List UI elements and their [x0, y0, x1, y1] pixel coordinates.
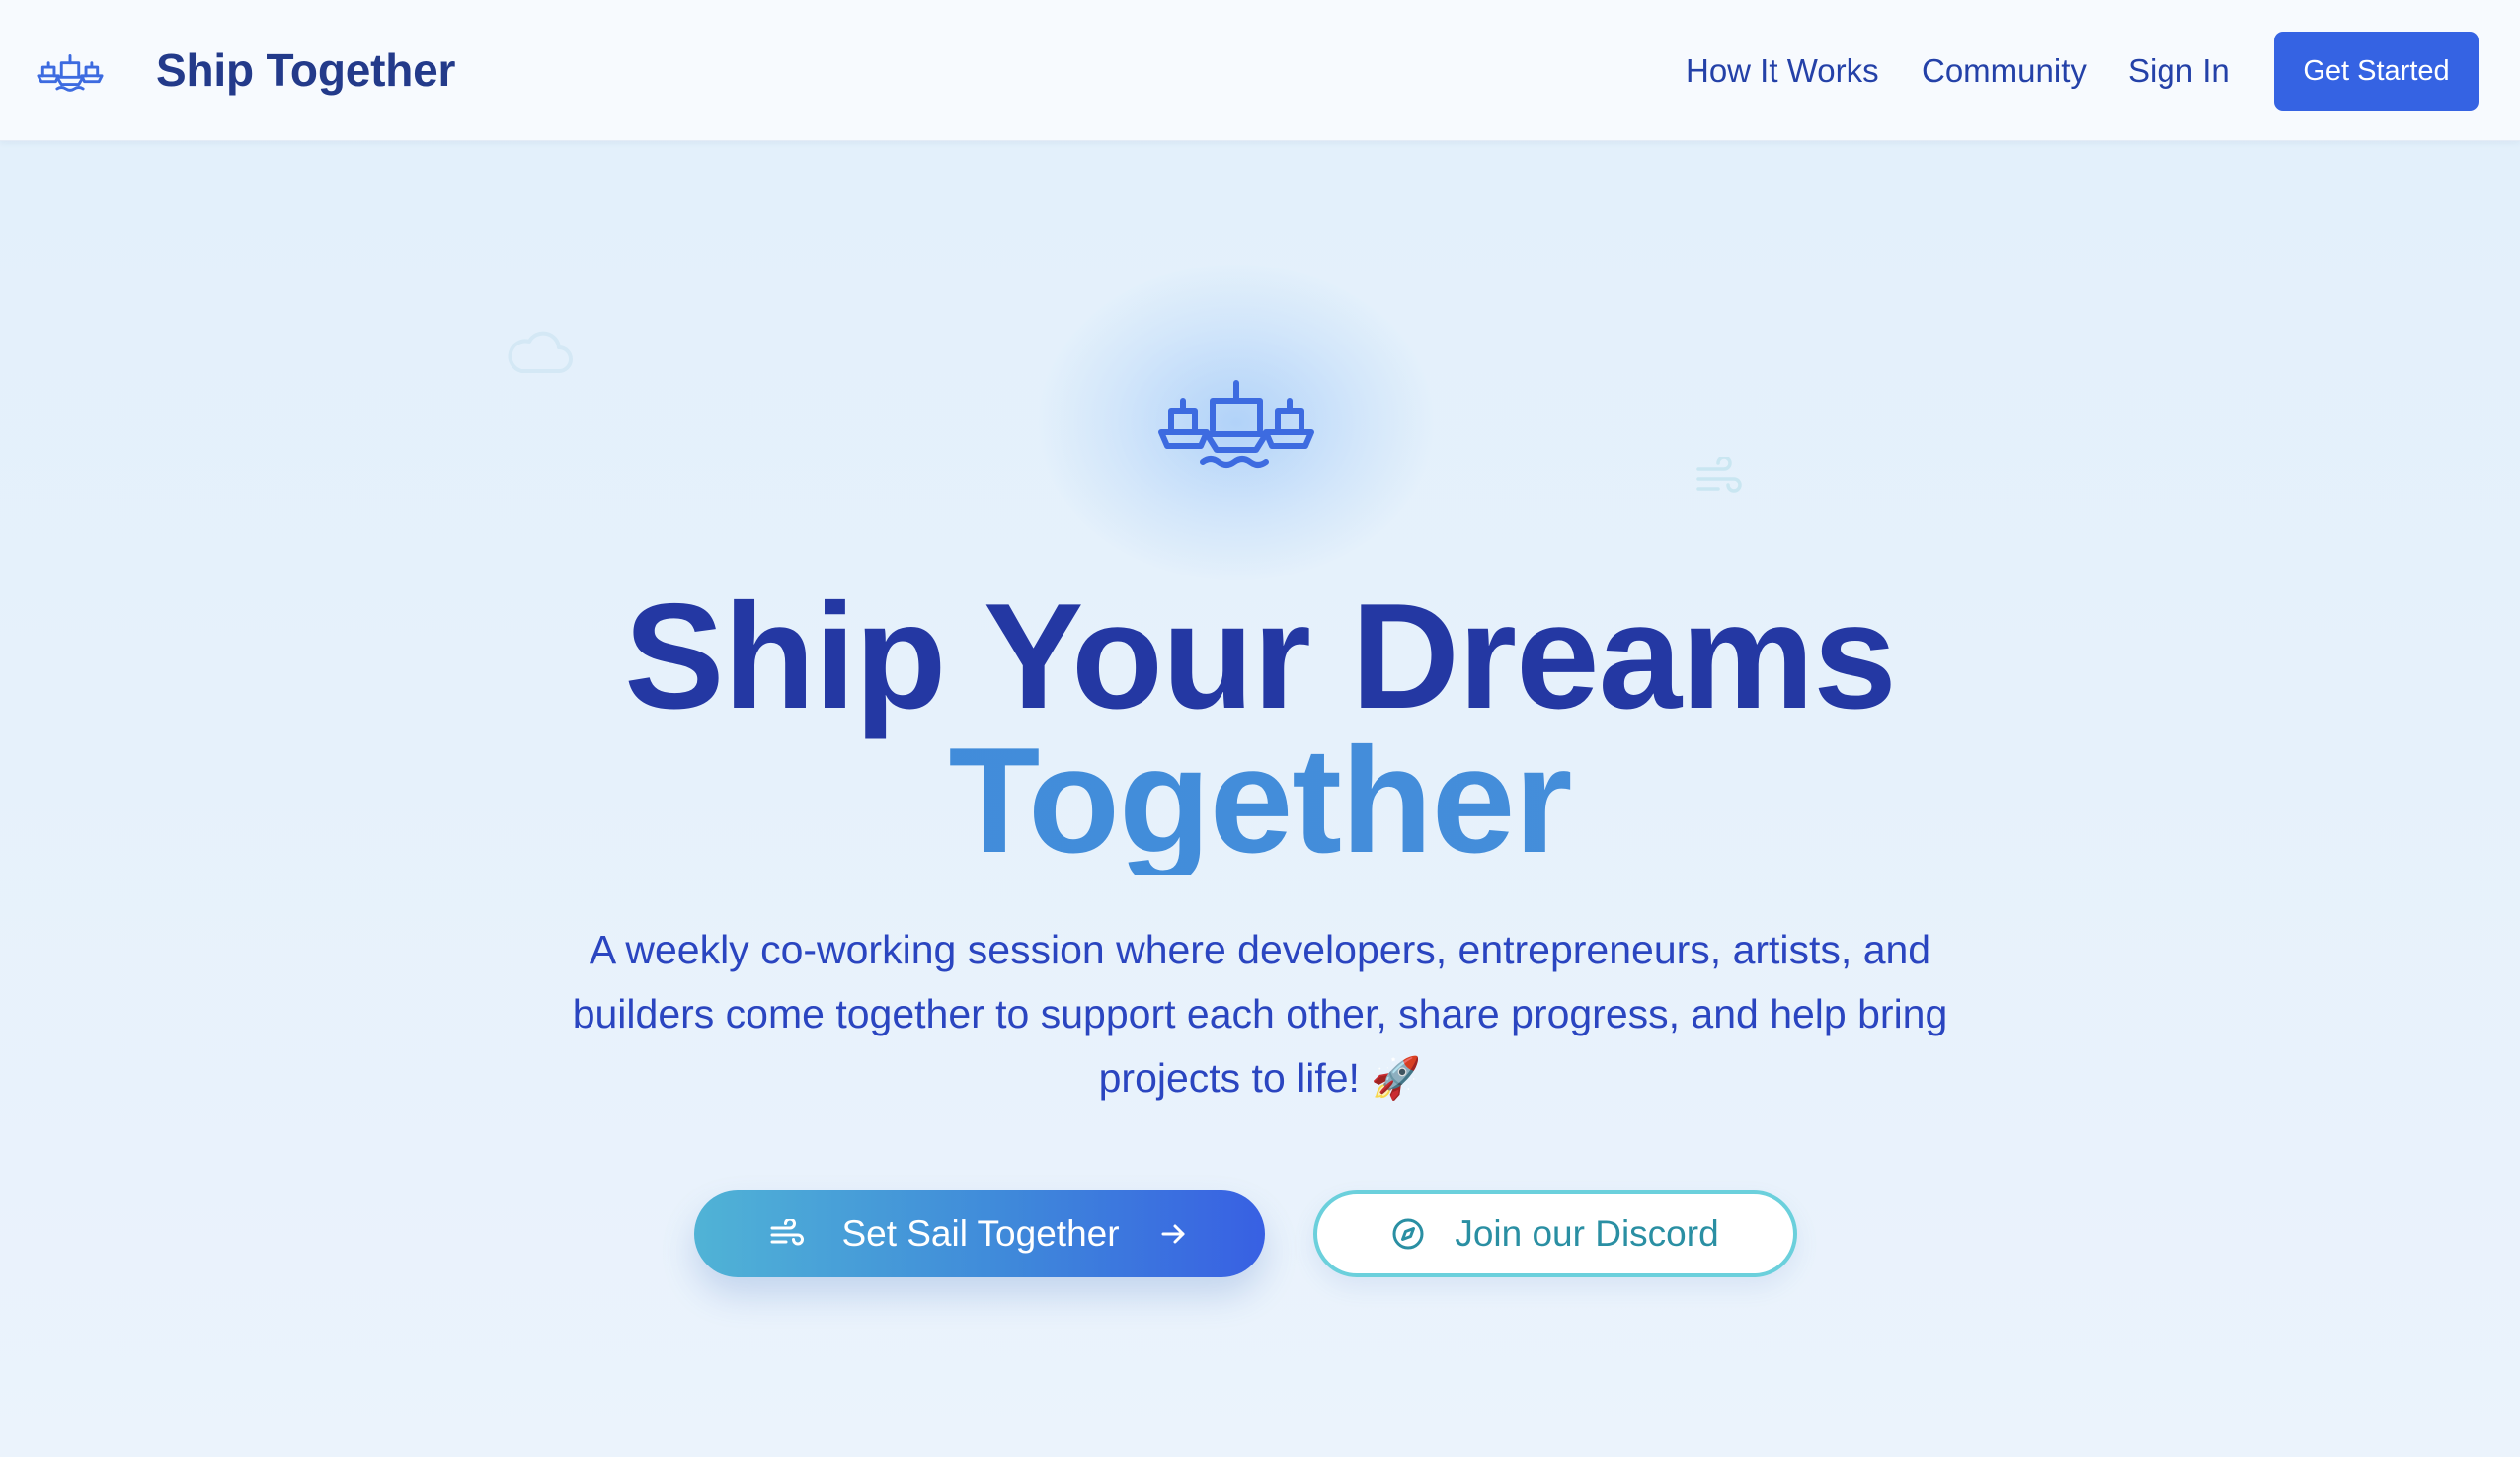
nav-how-it-works[interactable]: How It Works — [1686, 51, 1879, 91]
ships-icon[interactable] — [36, 43, 105, 97]
set-sail-together-label: Set Sail Together — [841, 1213, 1120, 1254]
cloud-icon — [508, 331, 573, 373]
hero-headline-accent: Together — [0, 726, 2520, 876]
nav-sign-in[interactable]: Sign In — [2128, 51, 2230, 91]
brand-name[interactable]: Ship Together — [156, 45, 455, 95]
hero-description: A weekly co-working session where develo… — [572, 927, 1948, 1101]
wind-icon — [1696, 457, 1742, 493]
nav-community[interactable]: Community — [1922, 51, 2087, 91]
hero-headline: Ship Your Dreams — [624, 573, 1897, 740]
site-header: Ship Together How It Works Community Sig… — [0, 0, 2520, 141]
get-started-button[interactable]: Get Started — [2274, 32, 2479, 111]
compass-icon — [1392, 1218, 1424, 1250]
arrow-right-icon — [1161, 1224, 1185, 1244]
join-discord-label: Join our Discord — [1455, 1213, 1719, 1254]
join-discord-button[interactable]: Join our Discord — [1313, 1190, 1797, 1277]
wind-icon — [770, 1219, 805, 1246]
set-sail-together-button[interactable]: Set Sail Together — [694, 1190, 1265, 1277]
ships-icon — [1158, 380, 1314, 468]
